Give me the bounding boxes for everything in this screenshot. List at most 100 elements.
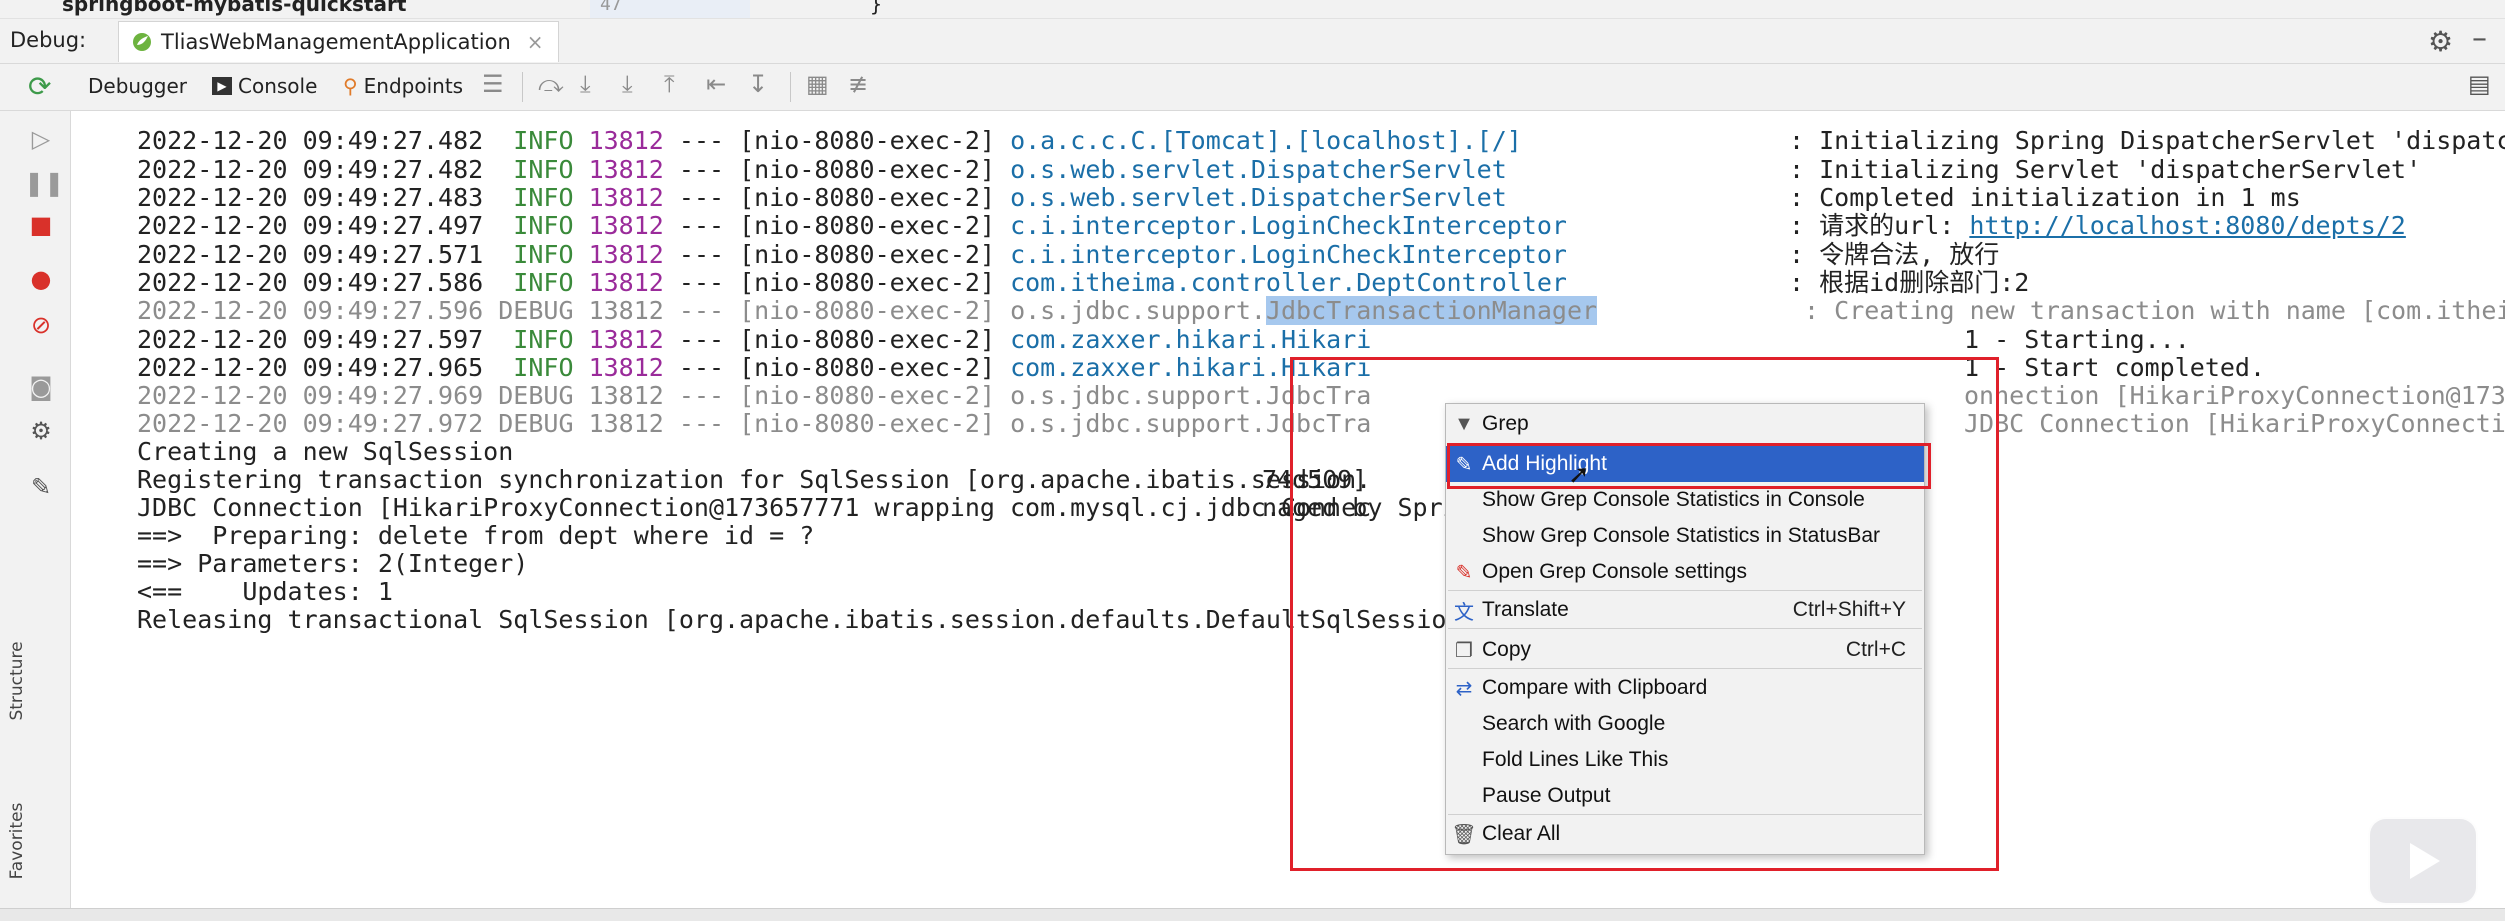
log-level: INFO <box>513 155 574 184</box>
menu-item-compare-with-clipboard[interactable]: ⇄ Compare with Clipboard <box>1446 670 1924 706</box>
console-icon: ▶ <box>212 77 232 95</box>
camera-icon[interactable]: ◙ <box>24 373 58 401</box>
log-logger: o.a.c.c.C.[Tomcat].[localhost].[/] <box>1010 126 1522 155</box>
endpoints-icon: ⚲ <box>343 74 358 98</box>
log-message: onnection [HikariProxyConnection@1736 <box>1964 381 2505 410</box>
selected-text: JdbcTransactionManager <box>1265 296 1598 325</box>
tab-console[interactable]: ▶ Console <box>212 74 317 98</box>
pin-icon[interactable]: ✎ <box>24 473 58 501</box>
play-button[interactable] <box>2368 817 2478 905</box>
tab-endpoints-label: Endpoints <box>363 74 464 98</box>
menu-item-shortcut: Ctrl+Shift+Y <box>1792 598 1906 621</box>
favorites-tab[interactable]: Favorites <box>7 796 27 886</box>
log-thread: [nio-8080-exec-2] <box>739 183 995 212</box>
evaluate-icon[interactable]: ▦ <box>806 70 829 98</box>
menu-item-open-grep-console-settings[interactable]: ✎ Open Grep Console settings <box>1446 554 1924 590</box>
console-output[interactable]: 2022-12-20 09:49:27.482 INFO 13812 --- [… <box>71 111 2505 920</box>
menu-item-label: Copy <box>1482 638 1532 661</box>
log-separator: --- <box>678 353 725 382</box>
translate-icon: 文 <box>1454 601 1474 624</box>
menu-item-translate[interactable]: 文 Translate Ctrl+Shift+Y <box>1446 592 1924 628</box>
mute-breakpoints-icon[interactable]: ⊘ <box>24 311 58 339</box>
menu-item-fold-lines-like-this[interactable]: Fold Lines Like This <box>1446 742 1924 778</box>
line-number: 47 <box>600 0 622 15</box>
log-message: : 根据id删除部门:2 <box>1789 268 2030 297</box>
console-line: ==> Parameters: 2(Integer) <box>137 549 528 579</box>
step-into-icon[interactable]: ⤓ <box>580 70 591 98</box>
trace-icon[interactable]: ≢ <box>848 70 868 98</box>
log-level: INFO <box>513 183 574 212</box>
log-text: <== Updates: 1 <box>137 577 393 606</box>
log-text: Creating a new SqlSession <box>137 437 514 466</box>
toolbar-separator <box>790 72 791 102</box>
log-thread: [nio-8080-exec-2] <box>739 353 995 382</box>
compare-icon: ⇄ <box>1455 677 1473 700</box>
close-icon[interactable]: × <box>527 30 544 54</box>
menu-item-search-with-google[interactable]: Search with Google <box>1446 706 1924 742</box>
log-logger: o.s.web.servlet.DispatcherServlet <box>1010 183 1507 212</box>
log-pid: 13812 <box>588 268 664 297</box>
menu-item-label: Translate <box>1482 598 1569 621</box>
force-step-into-icon[interactable]: ⤓ <box>622 70 633 98</box>
structure-tab[interactable]: Structure <box>7 636 27 726</box>
menu-item-copy[interactable]: ❐ Copy Ctrl+C <box>1446 632 1924 668</box>
step-over-icon[interactable]: ⤼ <box>538 70 564 98</box>
log-message: : Creating new transaction with name [co… <box>1789 296 2505 325</box>
log-message: : Initializing Spring DispatcherServlet … <box>1789 126 2505 155</box>
log-timestamp: 2022-12-20 09:49:27.586 <box>137 268 484 297</box>
menu-item-grep[interactable]: ▼ Grep <box>1446 406 1924 442</box>
view-breakpoints-icon[interactable]: ● <box>24 265 58 293</box>
log-level: INFO <box>513 325 574 354</box>
tab-title: TliasWebManagementApplication <box>161 30 511 54</box>
console-line: 2022-12-20 09:49:27.965 INFO 13812 --- [… <box>137 353 2265 383</box>
run-to-cursor-icon[interactable]: ↧ <box>748 70 768 98</box>
menu-item-label: Clear All <box>1482 822 1561 845</box>
log-pid: 13812 <box>588 183 664 212</box>
resume-icon[interactable]: ▷ <box>24 125 58 153</box>
run-config-tab[interactable]: TliasWebManagementApplication × <box>118 21 559 62</box>
trash-icon: 🗑 <box>1451 823 1477 846</box>
log-message: : Initializing Servlet 'dispatcherServle… <box>1789 155 2422 184</box>
tab-endpoints[interactable]: ⚲ Endpoints <box>343 74 463 98</box>
pause-icon[interactable]: ❚❚ <box>24 169 64 197</box>
log-separator: --- <box>678 240 725 269</box>
gear-icon[interactable]: ⚙ <box>2428 25 2453 58</box>
menu-item-pause-output[interactable]: Pause Output <box>1446 778 1924 814</box>
log-text: ==> Preparing: delete from dept where id… <box>137 521 815 550</box>
log-logger: o.s.web.servlet.DispatcherServlet <box>1010 155 1507 184</box>
step-out-icon[interactable]: ⤒ <box>664 70 675 98</box>
url-link[interactable]: http://localhost:8080/depts/2 <box>1969 211 2406 240</box>
rerun-icon[interactable]: ⟳ <box>28 70 51 103</box>
log-thread: [nio-8080-exec-2] <box>739 381 995 410</box>
log-separator: --- <box>678 409 725 438</box>
menu-item-show-grep-console-statistics-in-statusbar[interactable]: Show Grep Console Statistics in StatusBa… <box>1446 518 1924 554</box>
log-message: : 请求的url: http://localhost:8080/depts/2 <box>1789 211 2406 240</box>
drop-frame-icon[interactable]: ⇤ <box>706 70 726 98</box>
console-line: 2022-12-20 09:49:27.972 DEBUG 13812 --- … <box>137 409 2505 439</box>
layout-icon[interactable]: ☰ <box>482 70 504 98</box>
project-name: springboot-mybatis-quickstart <box>62 0 407 16</box>
log-timestamp: 2022-12-20 09:49:27.596 <box>137 296 484 325</box>
log-separator: --- <box>678 183 725 212</box>
minimize-icon[interactable]: – <box>2472 21 2487 56</box>
console-line: <== Updates: 1 <box>137 577 393 607</box>
menu-separator <box>1448 814 1922 815</box>
console-line: 2022-12-20 09:49:27.596 DEBUG 13812 --- … <box>137 296 2505 326</box>
copy-icon: ❐ <box>1455 639 1473 662</box>
log-separator: --- <box>678 126 725 155</box>
horizontal-scrollbar[interactable] <box>0 908 2505 921</box>
settings-icon[interactable]: ⚙ <box>24 417 58 445</box>
tab-debugger[interactable]: Debugger <box>88 74 187 98</box>
log-pid: 13812 <box>588 211 664 240</box>
menu-item-label: Open Grep Console settings <box>1482 560 1747 583</box>
menu-item-clear-all[interactable]: 🗑 Clear All <box>1446 816 1924 852</box>
log-thread: [nio-8080-exec-2] <box>739 126 995 155</box>
play-icon <box>2410 843 2440 879</box>
log-pid: 13812 <box>588 325 664 354</box>
log-pid: 13812 <box>588 240 664 269</box>
menu-item-label: Pause Output <box>1482 784 1611 807</box>
restore-layout-icon[interactable]: ▤ <box>2468 70 2491 98</box>
log-timestamp: 2022-12-20 09:49:27.969 <box>137 381 484 410</box>
stop-icon[interactable]: ■ <box>24 211 58 239</box>
log-separator: --- <box>678 296 725 325</box>
